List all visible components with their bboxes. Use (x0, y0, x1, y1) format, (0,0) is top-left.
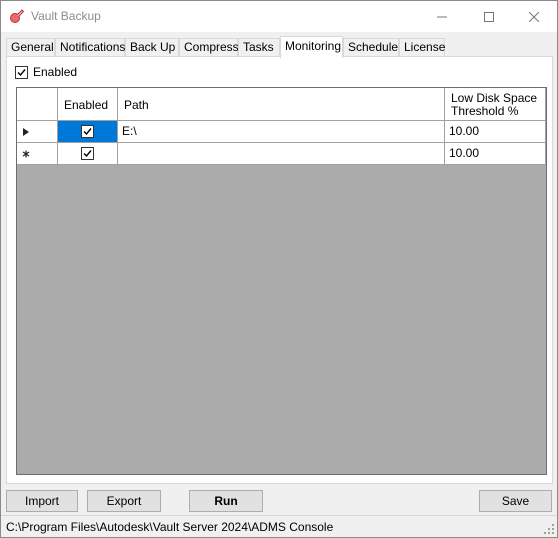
window-title: Vault Backup (31, 9, 101, 23)
console-path: C:\Program Files\Autodesk\Vault Server 2… (6, 520, 334, 534)
tab-license[interactable]: License (399, 38, 445, 57)
checkmark-icon (83, 128, 92, 136)
row-enabled-cell[interactable] (58, 121, 118, 143)
row-header-corner (17, 88, 58, 121)
column-header-threshold[interactable]: Low Disk Space Threshold % (445, 88, 546, 121)
monitoring-grid[interactable]: Enabled Path Low Disk Space Threshold % (16, 87, 547, 475)
status-bar: C:\Program Files\Autodesk\Vault Server 2… (1, 515, 557, 537)
maximize-button[interactable] (466, 1, 512, 32)
tab-notifications[interactable]: Notifications (55, 38, 125, 57)
vault-backup-window: Vault Backup General Notifications Back … (0, 0, 558, 538)
new-row-asterisk-icon (22, 150, 30, 157)
column-header-threshold-label: Low Disk Space Threshold % (451, 91, 538, 118)
checkmark-icon (83, 150, 92, 158)
maximize-icon (484, 11, 494, 22)
row-threshold-cell[interactable]: 10.00 (445, 121, 546, 143)
vault-app-icon (9, 8, 25, 24)
tab-tasks[interactable]: Tasks (238, 38, 280, 57)
row-path-cell[interactable]: E:\ (118, 121, 445, 143)
column-header-path[interactable]: Path (118, 88, 445, 121)
close-button[interactable] (511, 1, 557, 32)
monitoring-panel: Enabled Enabled Path Low Disk Space Thre… (6, 56, 553, 484)
title-bar: Vault Backup (1, 1, 557, 32)
row-threshold-cell[interactable]: 10.00 (445, 143, 546, 165)
grid-header: Enabled Path Low Disk Space Threshold % (17, 88, 546, 121)
tab-back-up[interactable]: Back Up (125, 38, 179, 57)
current-row-arrow-icon (23, 127, 29, 136)
close-icon (529, 11, 539, 22)
resize-grip-icon[interactable] (544, 524, 554, 534)
save-button[interactable]: Save (479, 490, 552, 512)
checkmark-icon (17, 68, 26, 76)
row-enabled-checkbox[interactable] (81, 125, 94, 138)
tab-schedule[interactable]: Schedule (343, 38, 399, 57)
row-header[interactable] (17, 143, 58, 165)
row-path-cell[interactable] (118, 143, 445, 165)
enabled-option[interactable]: Enabled (15, 65, 77, 79)
column-header-enabled-label: Enabled (64, 98, 109, 112)
minimize-icon (437, 16, 447, 17)
minimize-button[interactable] (419, 1, 465, 32)
tab-general[interactable]: General (6, 38, 55, 57)
column-header-path-label: Path (124, 98, 149, 112)
row-enabled-checkbox[interactable] (81, 147, 94, 160)
table-row[interactable]: 10.00 (17, 143, 546, 165)
tab-monitoring[interactable]: Monitoring (280, 36, 343, 58)
enabled-checkbox[interactable] (15, 65, 28, 79)
import-button[interactable]: Import (6, 490, 78, 512)
table-row[interactable]: E:\ 10.00 (17, 121, 546, 143)
row-enabled-cell[interactable] (58, 143, 118, 165)
run-button[interactable]: Run (189, 490, 263, 512)
enabled-label: Enabled (33, 65, 78, 79)
row-header[interactable] (17, 121, 58, 143)
export-button[interactable]: Export (87, 490, 161, 512)
column-header-enabled[interactable]: Enabled (58, 88, 118, 121)
tab-compress[interactable]: Compress (179, 38, 239, 57)
